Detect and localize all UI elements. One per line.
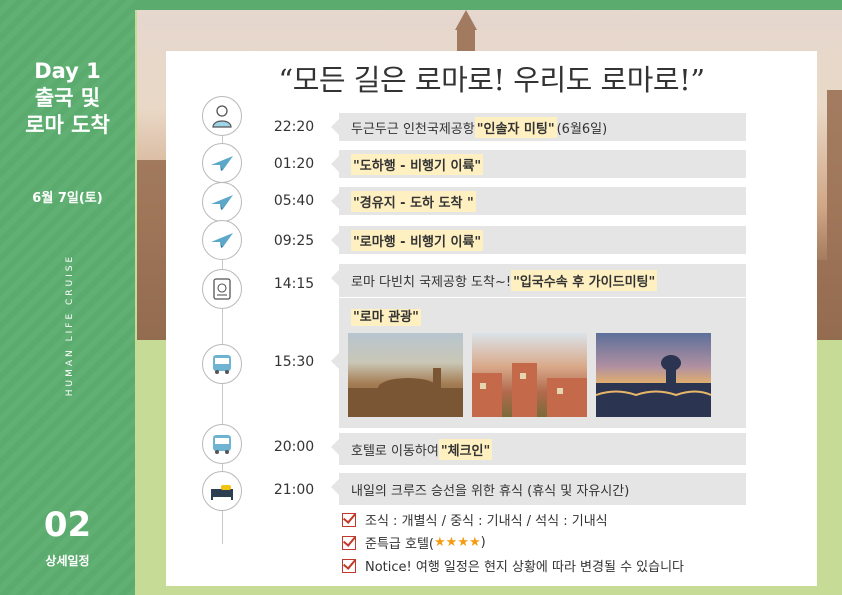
bus-icon (202, 344, 242, 384)
schedule-highlight: "로마행 - 비행기 이륙" (351, 229, 484, 251)
day-title: Day 1 출국 및 로마 도착 (0, 58, 135, 139)
note-text: 준특급 호텔( (365, 537, 435, 552)
section-label: 상세일정 (45, 554, 90, 568)
date-label: 6월 7일(토) (32, 191, 103, 206)
time-label: 14:15 (273, 276, 315, 292)
schedule-item: "경유지 - 도하 도착 " (331, 187, 746, 215)
left-panel: Day 1 출국 및 로마 도착 6월 7일(토) HUMAN LIFE CRU… (0, 0, 135, 595)
schedule-highlight: "로마 관광" (351, 309, 421, 326)
checkbox-icon (342, 558, 356, 573)
plane-icon (202, 143, 242, 183)
bed-icon (202, 471, 242, 511)
day-title-line-3: 로마 도착 (25, 113, 110, 137)
headline: “모든 길은 로마로! 우리도 로마로!” (278, 63, 705, 97)
schedule-text: 호텔로 이동하여 (351, 443, 439, 459)
schedule-text: 로마 다빈치 국제공항 도착~! (351, 275, 512, 290)
schedule-highlight: "인솔자 미팅" (474, 116, 557, 138)
notes-list: 조식 : 개별식 / 중식 : 기내식 / 석식 : 기내식 준특급 호텔( ★… (342, 508, 684, 577)
note-notice: Notice! 여행 일정은 현지 상황에 따라 변경될 수 있습니다 (342, 554, 684, 577)
star-rating: ★★★★ (434, 535, 481, 550)
schedule-text: 내일의 크루즈 승선을 위한 휴식 (휴식 및 자유시간) (351, 483, 630, 499)
rome-photo-river (596, 333, 711, 417)
schedule-highlight: "도하행 - 비행기 이륙" (351, 153, 484, 175)
top-strip (135, 0, 842, 10)
person-icon (202, 96, 242, 136)
schedule-text-after: (6월6일) (556, 121, 608, 137)
schedule-highlight: "입국수속 후 가이드미팅" (511, 270, 658, 291)
rome-photo-colosseum (348, 333, 463, 417)
bus-icon (202, 424, 242, 464)
passport-icon (202, 269, 242, 309)
schedule-highlight: "경유지 - 도하 도착 " (351, 190, 476, 212)
note-text-after: ) (480, 535, 486, 550)
schedule-item: "로마행 - 비행기 이륙" (331, 226, 746, 254)
note-text: 조식 : 개별식 / 중식 : 기내식 / 석식 : 기내식 (365, 514, 608, 529)
rome-photo-cityscape (472, 333, 587, 417)
schedule-highlight: "체크인" (438, 438, 493, 460)
schedule-text: 두근두근 인천국제공항 (351, 121, 475, 137)
day-title-line-1: Day 1 (34, 59, 101, 83)
note-meals: 조식 : 개별식 / 중식 : 기내식 / 석식 : 기내식 (342, 508, 684, 531)
time-label: 01:20 (273, 156, 315, 172)
time-label: 15:30 (273, 354, 315, 370)
checkbox-icon (342, 535, 356, 550)
time-label: 20:00 (273, 439, 315, 455)
schedule-item: 로마 다빈치 국제공항 도착~! "입국수속 후 가이드미팅" (331, 264, 746, 297)
plane-icon (202, 182, 242, 222)
note-hotel: 준특급 호텔( ★★★★ ) (342, 531, 684, 554)
note-text: Notice! 여행 일정은 현지 상황에 따라 변경될 수 있습니다 (365, 560, 685, 575)
time-label: 05:40 (273, 193, 315, 209)
time-label: 22:20 (273, 119, 315, 135)
schedule-card: “모든 길은 로마로! 우리도 로마로!” 22:20 두근두근 인천국제공항 … (166, 51, 817, 586)
schedule-item-sightseeing: "로마 관광" (331, 298, 746, 428)
time-label: 21:00 (273, 482, 315, 498)
time-label: 09:25 (273, 233, 315, 249)
checkbox-icon (342, 512, 356, 527)
schedule-item: "도하행 - 비행기 이륙" (331, 150, 746, 178)
schedule-item: 내일의 크루즈 승선을 위한 휴식 (휴식 및 자유시간) (331, 473, 746, 505)
photo-row (348, 333, 711, 417)
vertical-brand-text: HUMAN LIFE CRUISE (65, 253, 75, 397)
section-number: 02 (43, 505, 92, 545)
day-title-line-2: 출국 및 (34, 86, 101, 110)
schedule-item: 두근두근 인천국제공항 "인솔자 미팅" (6월6일) (331, 113, 746, 141)
vertical-brand: HUMAN LIFE CRUISE (40, 235, 100, 425)
plane-icon (202, 220, 242, 260)
schedule-item: 호텔로 이동하여 "체크인" (331, 433, 746, 465)
